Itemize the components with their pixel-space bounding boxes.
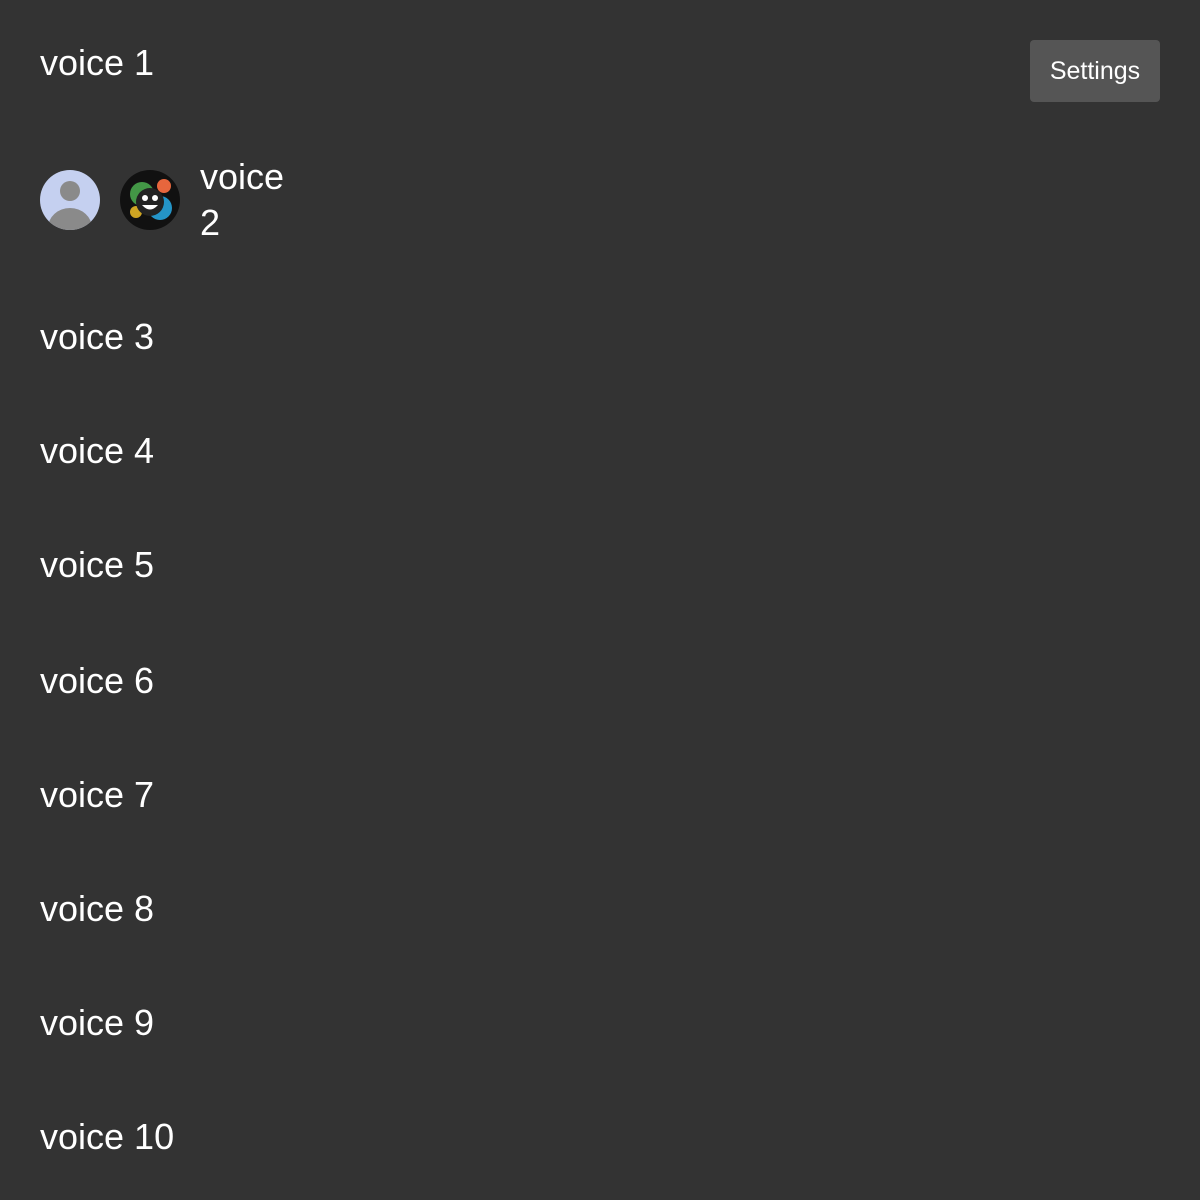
voice-channel-6[interactable]: voice 6: [40, 658, 154, 704]
voice-channel-10[interactable]: voice 10: [40, 1114, 174, 1160]
voice-channel-9[interactable]: voice 9: [40, 1000, 154, 1046]
default-avatar-icon[interactable]: [40, 170, 100, 230]
voice-channel-4[interactable]: voice 4: [40, 428, 154, 474]
settings-button[interactable]: Settings: [1030, 40, 1160, 102]
voice-channel-5[interactable]: voice 5: [40, 542, 154, 588]
emoji-avatar-icon[interactable]: [120, 170, 180, 230]
voice-channel-7[interactable]: voice 7: [40, 772, 154, 818]
voice-channel-label: voice 2: [200, 156, 285, 243]
voice-channel-8[interactable]: voice 8: [40, 886, 154, 932]
voice-channel-2[interactable]: voice 2: [40, 150, 300, 250]
voice-channel-1[interactable]: voice 1: [40, 40, 154, 86]
voice-channel-3[interactable]: voice 3: [40, 314, 154, 360]
